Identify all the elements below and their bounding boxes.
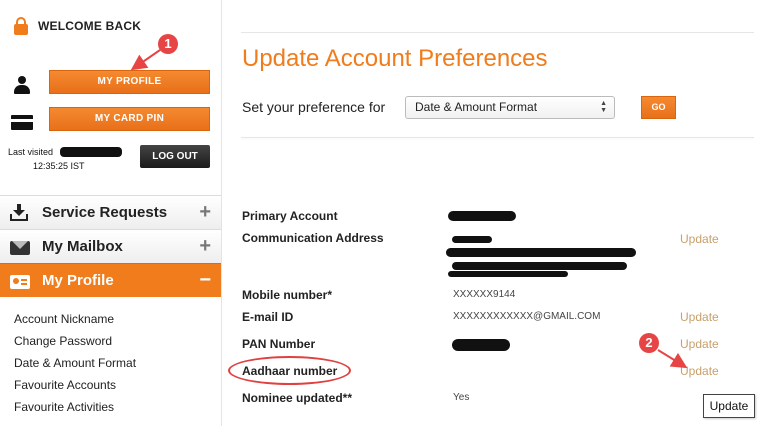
update-tooltip: Update (703, 394, 755, 418)
annotation-marker-2: 2 (639, 333, 659, 353)
annotation-arrows (130, 49, 688, 369)
annotation-marker-1: 1 (158, 34, 178, 54)
arrow-to-my-profile (130, 49, 161, 71)
arrow-to-aadhaar-update (657, 349, 688, 369)
